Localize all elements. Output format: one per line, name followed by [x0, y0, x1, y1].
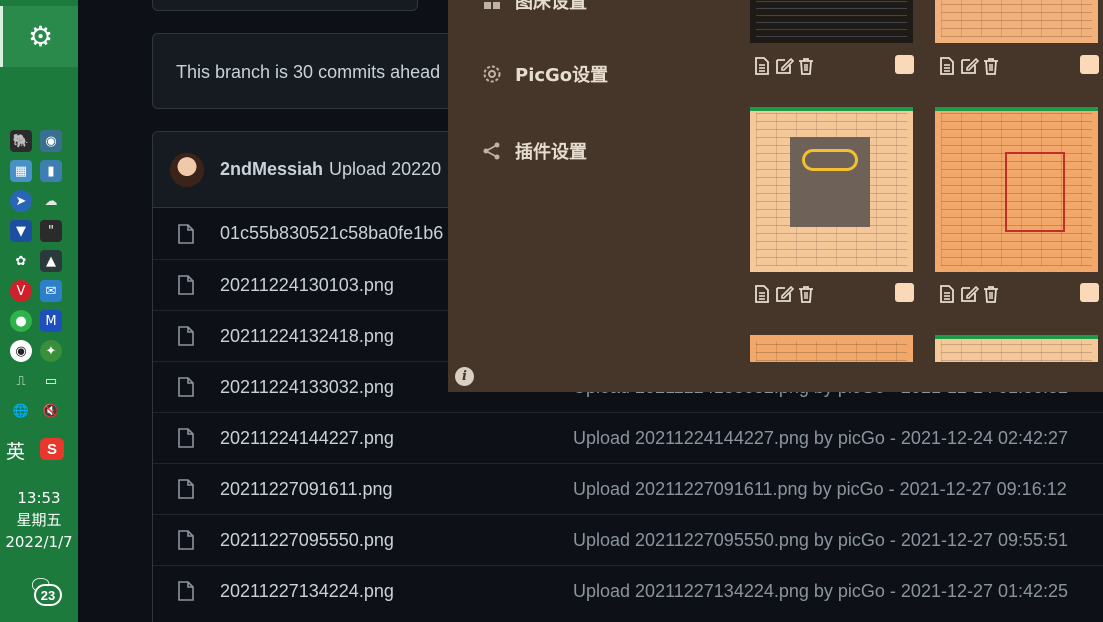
system-tray: 🐘 ◉ ▦ ▮ ➤ ☁ ▼ " ✿ ▲ V ✉ ● M ◉ ✦ ⎍ ▭ 🌐 🔇: [10, 130, 70, 422]
cat-app-icon[interactable]: ▲: [40, 250, 62, 272]
delete-icon[interactable]: [796, 284, 816, 304]
clock-weekday: 星期五: [16, 511, 62, 529]
cloud-icon[interactable]: ☁: [40, 190, 62, 212]
commit-author-link[interactable]: 2ndMessiah: [220, 159, 323, 180]
malwarebytes-icon[interactable]: M: [40, 310, 62, 332]
sogou-ime-icon[interactable]: S: [40, 438, 64, 460]
bitwarden-icon[interactable]: ▼: [10, 220, 32, 242]
picgo-window: 图床设置 PicGo设置 插件设置 i: [448, 0, 1103, 392]
edit-icon[interactable]: [959, 284, 979, 304]
image-viewer-icon[interactable]: ▦: [10, 160, 32, 182]
file-icon: [178, 581, 194, 601]
clock-time: 13:53: [17, 489, 61, 507]
file-icon: [178, 223, 194, 244]
menu-label: PicGo设置: [515, 65, 609, 86]
gallery-thumbnail[interactable]: [750, 0, 913, 43]
branch-selector[interactable]: [152, 0, 418, 11]
vivaldi-icon[interactable]: V: [10, 280, 32, 302]
quote-app-icon[interactable]: ": [40, 220, 62, 242]
clock-date: 2022/1/7: [5, 533, 73, 551]
thumbnail-actions: [752, 284, 818, 304]
file-icon: [178, 479, 194, 499]
table-row[interactable]: 20211227134224.png Upload 20211227134224.…: [153, 565, 1103, 616]
menu-plugin-settings[interactable]: 插件设置: [481, 138, 587, 164]
edit-icon[interactable]: [774, 284, 794, 304]
commit-message-link[interactable]: Upload 20220: [329, 159, 441, 180]
file-text-icon[interactable]: [937, 284, 957, 304]
select-checkbox[interactable]: [895, 55, 914, 74]
commit-message-link[interactable]: Upload 20211227091611.png by picGo - 202…: [573, 479, 1067, 500]
taskbar-clock[interactable]: 13:53 星期五 2022/1/7: [0, 487, 78, 553]
gear-icon: ⚙: [27, 20, 54, 53]
share-icon: [483, 142, 500, 160]
edit-icon[interactable]: [774, 56, 794, 76]
wechat-icon[interactable]: ●: [10, 310, 32, 332]
table-row[interactable]: 20211227095550.png Upload 20211227095550.…: [153, 514, 1103, 565]
settings-icon: [483, 65, 501, 83]
file-text-icon[interactable]: [937, 56, 957, 76]
notification-count-badge: 23: [34, 584, 62, 606]
network-icon[interactable]: 🌐: [10, 400, 32, 422]
edit-icon[interactable]: [959, 56, 979, 76]
gallery-thumbnail[interactable]: [935, 335, 1098, 362]
delete-icon[interactable]: [981, 284, 1001, 304]
branch-status-text: This branch is 30 commits ahead: [176, 62, 441, 82]
file-text-icon[interactable]: [752, 56, 772, 76]
taskbar-settings-button[interactable]: ⚙: [0, 6, 78, 67]
avatar[interactable]: [170, 152, 204, 187]
globe-app-icon[interactable]: ◉: [40, 130, 62, 152]
info-icon[interactable]: i: [455, 367, 474, 386]
file-name-link[interactable]: 20211224144227.png: [220, 428, 574, 449]
gallery-thumbnail[interactable]: [750, 107, 913, 272]
thumbnail-actions: [752, 56, 818, 76]
colorful-app-icon[interactable]: ✦: [40, 340, 62, 362]
picgo-gallery: [750, 0, 1103, 362]
table-row[interactable]: 20211224144227.png Upload 20211224144227.…: [153, 412, 1103, 463]
thumbnail-actions: [937, 56, 1003, 76]
commit-message-link[interactable]: Upload 20211224144227.png by picGo - 202…: [573, 428, 1068, 449]
image-host-icon: [484, 2, 500, 9]
menu-image-host-settings[interactable]: 图床设置: [481, 0, 587, 14]
gallery-thumbnail[interactable]: [935, 107, 1098, 272]
ime-language-indicator[interactable]: 英: [6, 437, 25, 464]
commit-message-link[interactable]: Upload 20211227095550.png by picGo - 202…: [573, 530, 1068, 551]
baidu-paw-icon[interactable]: ✿: [10, 250, 32, 272]
evernote-icon[interactable]: 🐘: [10, 130, 32, 152]
file-icon: [178, 377, 194, 397]
record-icon[interactable]: ◉: [10, 340, 32, 362]
file-text-icon[interactable]: [752, 284, 772, 304]
windows-taskbar: ⚙ 🐘 ◉ ▦ ▮ ➤ ☁ ▼ " ✿ ▲ V ✉ ● M ◉ ✦ ⎍ ▭ 🌐 …: [0, 0, 78, 622]
menu-label: 插件设置: [515, 142, 587, 163]
delete-icon[interactable]: [796, 56, 816, 76]
file-icon: [178, 530, 194, 550]
file-name-link[interactable]: 20211227091611.png: [220, 479, 574, 500]
delete-icon[interactable]: [981, 56, 1001, 76]
select-checkbox[interactable]: [895, 283, 914, 302]
volume-muted-icon[interactable]: 🔇: [40, 400, 62, 422]
commit-message-link[interactable]: Upload 20211227134224.png by picGo - 202…: [573, 581, 1068, 602]
select-checkbox[interactable]: [1080, 55, 1099, 74]
book-icon[interactable]: ▮: [40, 160, 62, 182]
mail-app-icon[interactable]: ✉: [40, 280, 62, 302]
file-icon: [178, 326, 194, 346]
file-name-link[interactable]: 20211227134224.png: [220, 581, 574, 602]
select-checkbox[interactable]: [1080, 283, 1099, 302]
battery-icon[interactable]: ▭: [40, 370, 62, 392]
table-row[interactable]: 20211227091611.png Upload 20211227091611.…: [153, 463, 1103, 514]
menu-picgo-settings[interactable]: PicGo设置: [481, 61, 608, 87]
gallery-thumbnail[interactable]: [750, 335, 913, 362]
thumbnail-actions: [937, 284, 1003, 304]
file-name-link[interactable]: 20211227095550.png: [220, 530, 574, 551]
gallery-thumbnail[interactable]: [935, 0, 1098, 43]
file-icon: [178, 428, 194, 448]
usb-icon[interactable]: ⎍: [10, 370, 32, 392]
menu-label: 图床设置: [515, 0, 587, 13]
rocket-icon[interactable]: ➤: [10, 190, 32, 212]
file-icon: [178, 275, 194, 295]
